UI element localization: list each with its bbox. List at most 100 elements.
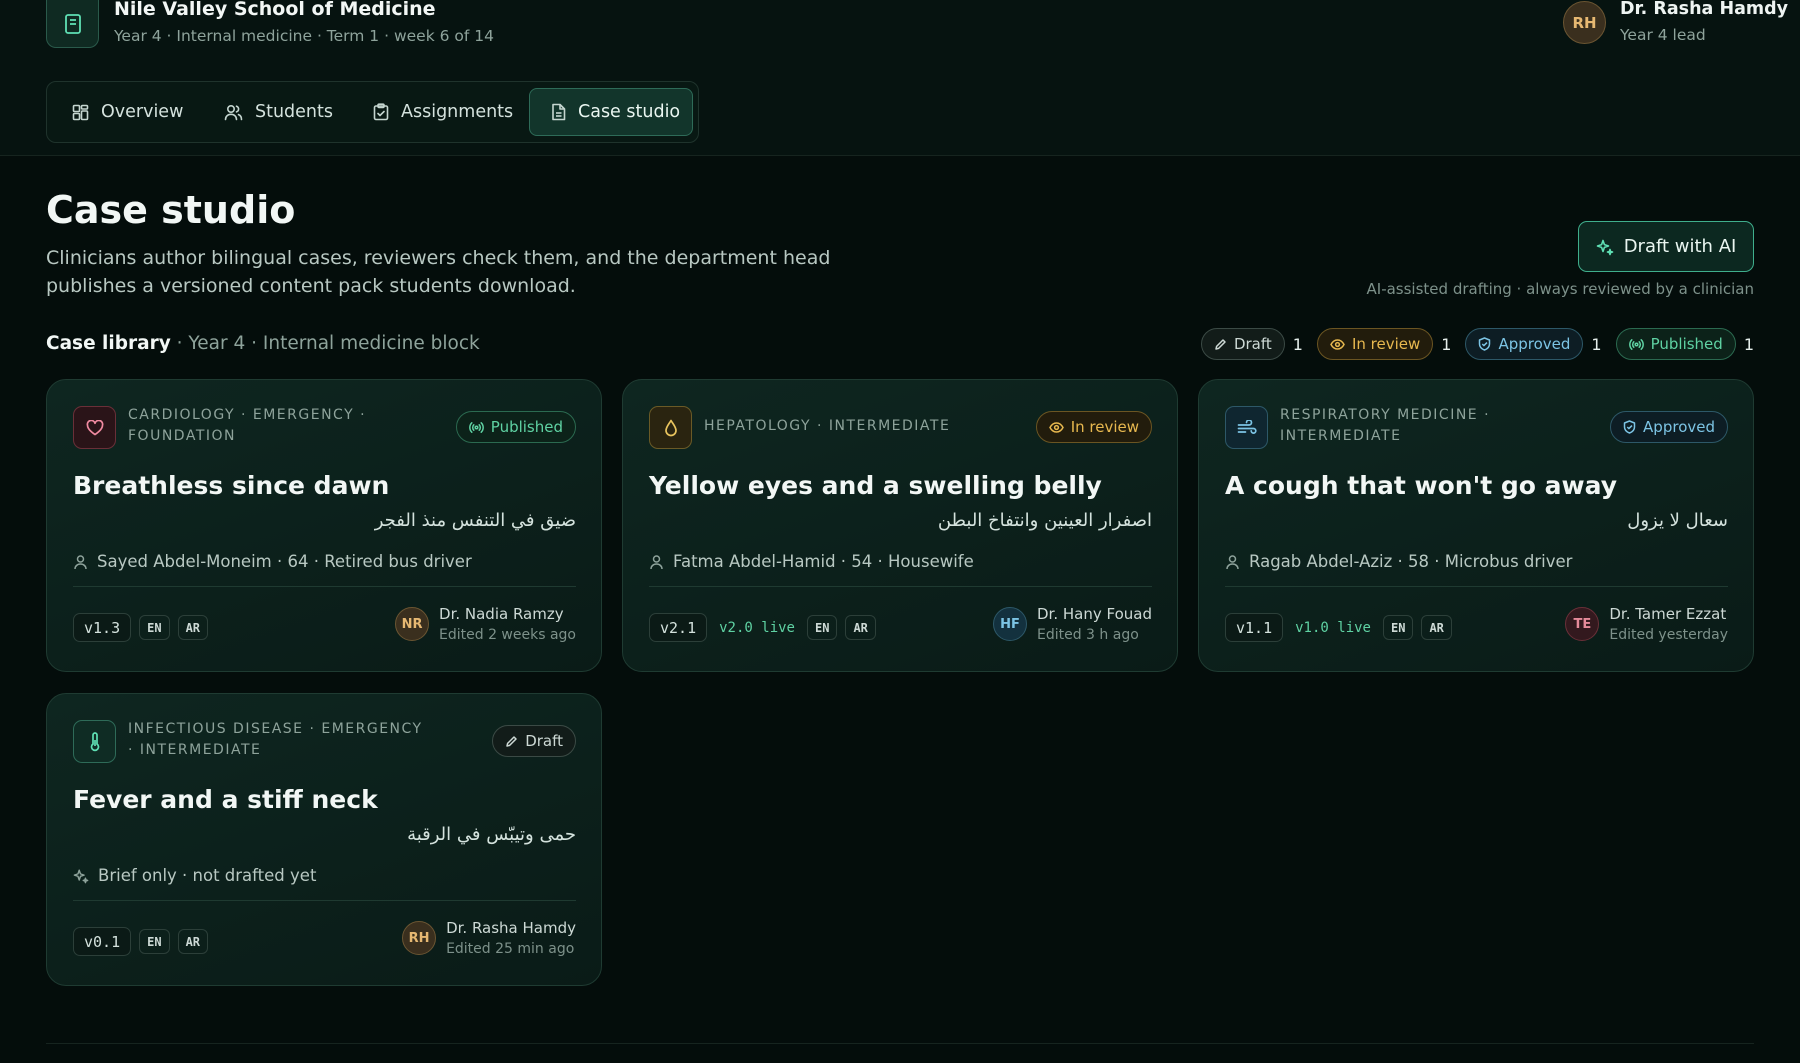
language-ar: AR (1421, 615, 1452, 640)
case-title: Breathless since dawn (73, 471, 390, 500)
case-title-arabic: حمى وتيبّس في الرقبة (407, 824, 576, 845)
case-tags: CARDIOLOGY · EMERGENCY · FOUNDATION (128, 407, 367, 444)
status-badge: In review (1035, 411, 1152, 443)
tab-assignments[interactable]: Assignments (373, 88, 523, 136)
language-en: EN (1382, 615, 1414, 640)
person-icon (1225, 554, 1240, 570)
filter-approved[interactable]: Approved (1465, 328, 1584, 360)
language-en: EN (139, 929, 170, 954)
pencil-icon (505, 735, 518, 748)
sparkle-icon (73, 868, 89, 884)
sparkle-icon (1596, 238, 1614, 256)
shield-check-icon (1478, 337, 1491, 351)
author-name: Dr. Rasha Hamdy (446, 919, 576, 937)
author-name: Dr. Hany Fouad (1037, 605, 1152, 623)
case-card[interactable]: RESPIRATORY MEDICINE · INTERMEDIATE Appr… (1198, 379, 1754, 672)
patient-info: Ragab Abdel-Aziz · 58 · Microbus driver (1225, 552, 1572, 571)
version-badge: v1.1 (1225, 613, 1284, 642)
author: RH Dr. Rasha Hamdy Edited 25 min ago (402, 919, 576, 957)
filter-count: 1 (1292, 334, 1303, 354)
language-ar: AR (177, 615, 209, 640)
case-title-arabic: ضيق في التنفس منذ الفجر (374, 510, 576, 531)
user-role: Year 4 lead (1620, 26, 1706, 44)
patient-text: Sayed Abdel-Moneim · 64 · Retired bus dr… (97, 552, 472, 571)
wind-icon (1225, 406, 1268, 449)
case-title: Yellow eyes and a swelling belly (649, 471, 1102, 500)
filter-label: Draft (1233, 335, 1272, 353)
users-icon (224, 104, 243, 121)
person-icon (649, 554, 664, 570)
eye-icon (1330, 338, 1345, 351)
patient-info: Sayed Abdel-Moneim · 64 · Retired bus dr… (73, 552, 472, 571)
case-tags: INFECTIOUS DISEASE · EMERGENCY · INTERME… (128, 721, 423, 758)
author-name: Dr. Nadia Ramzy (439, 605, 564, 623)
status-label: In review (1070, 418, 1139, 436)
language-ar: AR (177, 929, 209, 954)
shield-check-icon (1623, 420, 1636, 434)
author: TE Dr. Tamer Ezzat Edited yesterday (1565, 605, 1728, 643)
case-tags: HEPATOLOGY · INTERMEDIATE (704, 418, 951, 434)
filter-in-review[interactable]: In review (1316, 328, 1434, 360)
author: HF Dr. Hany Fouad Edited 3 h ago (993, 605, 1152, 643)
case-title: A cough that won't go away (1225, 471, 1618, 500)
language-en: EN (806, 615, 838, 640)
broadcast-icon (1628, 338, 1644, 351)
case-card[interactable]: CARDIOLOGY · EMERGENCY · FOUNDATION Publ… (46, 379, 602, 672)
draft-with-ai-button[interactable]: Draft with AI (1578, 221, 1754, 272)
edited-time: Edited 3 h ago (1037, 627, 1139, 643)
brief-text: Brief only · not drafted yet (98, 866, 317, 885)
grid-icon (72, 104, 89, 121)
filter-draft[interactable]: Draft (1200, 328, 1285, 360)
filter-label: In review (1351, 335, 1421, 353)
heart-icon (73, 406, 116, 449)
avatar[interactable]: RH (1563, 1, 1606, 44)
author-name: Dr. Tamer Ezzat (1609, 605, 1727, 623)
divider (1225, 586, 1728, 587)
avatar: TE (1565, 607, 1600, 641)
version-badge: v2.1 (649, 613, 708, 642)
version-badge: v1.3 (73, 613, 132, 642)
filter-count: 1 (1591, 334, 1602, 354)
divider (649, 586, 1152, 587)
ai-note: AI-assisted drafting · always reviewed b… (1366, 280, 1754, 298)
case-meta: v1.3 EN AR (73, 613, 209, 642)
case-title: Fever and a stiff neck (73, 785, 378, 814)
avatar: RH (402, 921, 437, 955)
case-tags: RESPIRATORY MEDICINE · INTERMEDIATE (1280, 407, 1491, 444)
divider (73, 586, 576, 587)
language-ar: AR (845, 615, 876, 640)
tab-students[interactable]: Students (224, 88, 354, 136)
case-card[interactable]: HEPATOLOGY · INTERMEDIATE In review Yell… (622, 379, 1178, 672)
clipboard-icon (373, 103, 389, 121)
filter-published[interactable]: Published (1615, 328, 1736, 360)
pencil-icon (1214, 338, 1227, 351)
status-filters: Draft 1 In review 1 Approved 1 Published… (1200, 328, 1754, 360)
avatar: NR (395, 607, 430, 641)
brief-info: Brief only · not drafted yet (73, 866, 316, 885)
tab-label: Overview (101, 102, 184, 122)
case-card[interactable]: INFECTIOUS DISEASE · EMERGENCY · INTERME… (46, 693, 602, 986)
page-title: Case studio (46, 188, 296, 232)
school-name: Nile Valley School of Medicine (114, 0, 436, 20)
document-icon (551, 103, 566, 121)
filter-count: 1 (1441, 334, 1452, 354)
edited-time: Edited 25 min ago (446, 941, 575, 957)
divider (46, 1043, 1754, 1044)
avatar: HF (993, 607, 1027, 641)
case-meta: v2.1 v2.0 live EN AR (649, 613, 876, 642)
status-label: Draft (525, 732, 563, 750)
button-label: Draft with AI (1623, 236, 1737, 257)
page-description: Clinicians author bilingual cases, revie… (46, 247, 831, 297)
patient-text: Fatma Abdel-Hamid · 54 · Housewife (673, 552, 974, 571)
divider (73, 900, 576, 901)
status-label: Approved (1643, 418, 1715, 436)
status-label: Published (490, 418, 563, 436)
tab-overview[interactable]: Overview (72, 88, 202, 136)
version-badge: v0.1 (73, 927, 132, 956)
tab-case-studio[interactable]: Case studio (529, 88, 693, 136)
library-label: Case library (46, 333, 171, 354)
case-meta: v1.1 v1.0 live EN AR (1225, 613, 1452, 642)
tab-label: Students (255, 102, 334, 122)
case-title-arabic: اصفرار العينين وانتفاخ البطن (937, 510, 1152, 531)
live-version: v1.0 live (1295, 619, 1371, 636)
